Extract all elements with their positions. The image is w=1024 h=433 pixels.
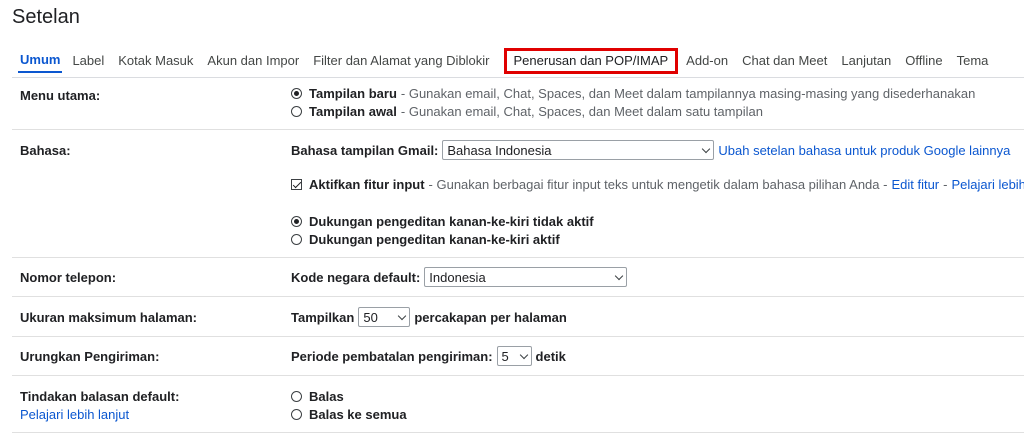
option-balas-ke-semua[interactable]: Balas ke semua [291,407,411,422]
settings-tabs: Umum Label Kotak Masuk Akun dan Impor Fi… [12,46,1002,76]
tab-umum[interactable]: Umum [18,49,63,73]
tab-chat-dan-meet[interactable]: Chat dan Meet [742,50,835,72]
edit-tools-link[interactable]: Edit fitur [891,177,939,192]
chevron-down-icon [398,311,407,320]
display-language-label: Bahasa tampilan Gmail: [291,142,439,158]
select-value: Indonesia [429,269,486,285]
input-tools-title: Aktifkan fitur input [309,177,425,192]
tab-penerusan-label: Penerusan dan POP/IMAP [513,53,669,68]
option-rtl-on[interactable]: Dukungan pengeditan kanan-ke-kiri aktif [291,232,564,247]
setting-label: Tindakan balasan default: [20,389,180,404]
tab-kotak-masuk[interactable]: Kotak Masuk [118,50,201,72]
tab-offline[interactable]: Offline [905,50,950,72]
page-size-prefix: Tampilkan [291,309,355,325]
country-code-setting: Kode negara default: Indonesia [291,267,628,287]
tab-lanjutan[interactable]: Lanjutan [841,50,899,72]
undo-period-suffix: detik [535,348,566,364]
option-desc: - Gunakan email, Chat, Spaces, dan Meet … [400,86,976,101]
setting-label: Urungkan Pengiriman: [20,349,160,364]
learn-more-link[interactable]: Pelajari lebih lanjut [20,407,129,422]
radio-selected-icon[interactable] [291,88,302,99]
setting-label: Menu utama: [20,88,101,103]
tab-add-on[interactable]: Add-on [686,50,736,72]
radio-selected-icon[interactable] [291,216,302,227]
page-size-select[interactable]: 50 [358,307,411,327]
setting-label: Ukuran maksimum halaman: [20,310,198,325]
link-separator: - [943,177,948,192]
tab-filter[interactable]: Filter dan Alamat yang Diblokir [313,50,497,72]
chevron-down-icon [519,350,528,359]
setting-row-ukuran-halaman: Ukuran maksimum halaman: Tampilkan 50 pe… [12,297,1024,337]
undo-period-label: Periode pembatalan pengiriman: [291,348,493,364]
option-title: Tampilan baru [309,86,397,101]
option-title: Dukungan pengeditan kanan-ke-kiri tidak … [309,214,594,229]
display-language-select[interactable]: Bahasa Indonesia [442,140,715,160]
setting-row-urungkan-pengiriman: Urungkan Pengiriman: Periode pembatalan … [12,337,1024,376]
tab-akun-dan-impor[interactable]: Akun dan Impor [207,50,307,72]
setting-row-nomor-telepon: Nomor telepon: Kode negara default: Indo… [12,258,1024,297]
setting-row-bahasa: Bahasa: Bahasa tampilan Gmail: Bahasa In… [12,130,1024,258]
chevron-down-icon [702,144,711,153]
select-value: 5 [501,348,509,364]
option-title: Dukungan pengeditan kanan-ke-kiri aktif [309,232,560,247]
checkbox-checked-icon[interactable] [291,179,302,190]
page-size-suffix: percakapan per halaman [414,309,567,325]
option-rtl-off[interactable]: Dukungan pengeditan kanan-ke-kiri tidak … [291,214,598,229]
country-code-select[interactable]: Indonesia [424,267,628,287]
radio-icon[interactable] [291,106,302,117]
option-tampilan-awal[interactable]: Tampilan awal - Gunakan email, Chat, Spa… [291,104,763,119]
option-balas[interactable]: Balas [291,389,348,404]
tab-label[interactable]: Label [72,50,112,72]
radio-icon[interactable] [291,409,302,420]
option-title: Tampilan awal [309,104,397,119]
display-language-setting: Bahasa tampilan Gmail: Bahasa Indonesia … [291,140,1010,160]
setting-row-menu-utama: Menu utama: Tampilan baru - Gunakan emai… [12,78,1024,130]
tab-penerusan-pop-imap[interactable]: Penerusan dan POP/IMAP [503,48,679,74]
option-title: Balas [309,389,344,404]
option-tampilan-baru[interactable]: Tampilan baru - Gunakan email, Chat, Spa… [291,86,975,101]
select-value: 50 [363,309,378,325]
learn-more-link[interactable]: Pelajari lebih la [951,177,1024,192]
input-tools-setting: Aktifkan fitur input - Gunakan berbagai … [291,177,1024,192]
setting-label: Bahasa: [20,143,71,158]
radio-icon[interactable] [291,391,302,402]
option-title: Balas ke semua [309,407,407,422]
radio-icon[interactable] [291,234,302,245]
page-title: Setelan [12,6,80,28]
setting-label: Nomor telepon: [20,270,117,285]
setting-row-balasan-default: Tindakan balasan default: Pelajari lebih… [12,376,1024,433]
country-code-label: Kode negara default: [291,269,421,285]
select-value: Bahasa Indonesia [447,142,552,158]
option-desc: - Gunakan email, Chat, Spaces, dan Meet … [400,104,763,119]
undo-period-select[interactable]: 5 [496,346,532,366]
input-tools-desc: - Gunakan berbagai fitur input teks untu… [428,177,888,192]
change-language-link[interactable]: Ubah setelan bahasa untuk produk Google … [718,143,1010,158]
undo-send-setting: Periode pembatalan pengiriman: 5 detik [291,346,570,366]
tab-tema[interactable]: Tema [957,50,997,72]
page-size-setting: Tampilkan 50 percakapan per halaman [291,307,571,327]
chevron-down-icon [615,271,624,280]
